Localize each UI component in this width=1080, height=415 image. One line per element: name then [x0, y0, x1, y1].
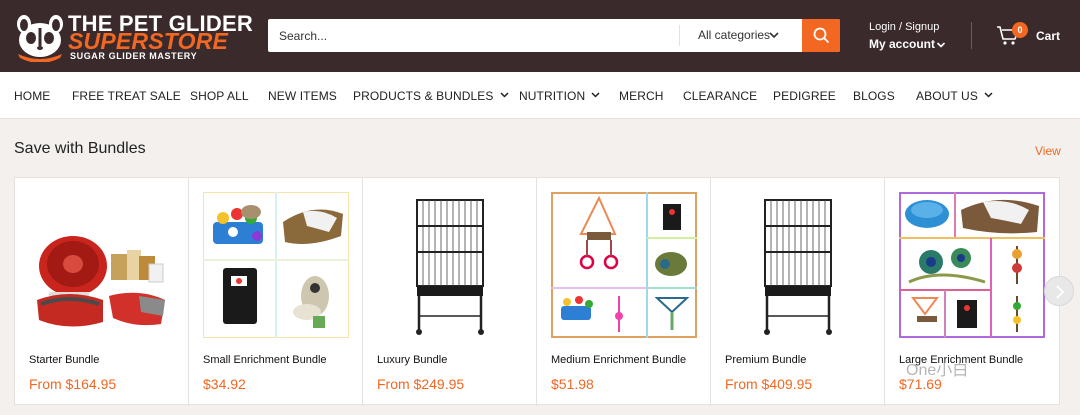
cart-button[interactable]: 0 Cart	[996, 20, 1068, 52]
product-card[interactable]: Medium Enrichment Bundle $51.98	[537, 178, 711, 406]
product-card[interactable]: Luxury Bundle From $249.95	[363, 178, 537, 406]
site-header: THE PET GLIDER SUPERSTORE SUGAR GLIDER M…	[0, 0, 1080, 72]
product-price: $51.98	[551, 376, 594, 392]
cart-label: Cart	[1036, 29, 1061, 43]
cart-count-badge: 0	[1012, 22, 1028, 38]
product-image[interactable]	[551, 192, 697, 338]
category-select-label: All categories	[698, 28, 771, 42]
header-divider	[971, 22, 972, 49]
nav-item-about-us[interactable]: ABOUT US	[916, 89, 993, 103]
nav-item-merch[interactable]: MERCH	[619, 89, 664, 103]
product-price: $34.92	[203, 376, 246, 392]
nav-item-home[interactable]: HOME	[14, 89, 50, 103]
chevron-down-icon	[936, 42, 946, 48]
nav-label: SHOP ALL	[190, 89, 249, 103]
product-card[interactable]: Small Enrichment Bundle $34.92	[189, 178, 363, 406]
sugar-glider-logo-icon	[17, 15, 63, 62]
chevron-down-icon	[499, 92, 509, 98]
my-account-label[interactable]: My account	[869, 37, 935, 51]
product-price: From $409.95	[725, 376, 813, 392]
product-price: From $164.95	[29, 376, 117, 392]
product-name[interactable]: Luxury Bundle	[377, 354, 447, 366]
nav-label: BLOGS	[853, 89, 895, 103]
watermark-text: One小白	[906, 362, 969, 379]
nav-item-products-bundles[interactable]: PRODUCTS & BUNDLES	[353, 89, 509, 103]
chevron-down-icon	[591, 92, 600, 98]
product-price: From $249.95	[377, 376, 465, 392]
product-carousel: Starter Bundle From $164.95 Small Enrich…	[14, 177, 1060, 406]
product-name[interactable]: Medium Enrichment Bundle	[551, 354, 686, 366]
product-name[interactable]: Small Enrichment Bundle	[203, 354, 327, 366]
nav-label: FREE TREAT SALE	[72, 89, 181, 103]
category-select[interactable]: All categories	[680, 19, 802, 52]
nav-label: NEW ITEMS	[268, 89, 337, 103]
search-button[interactable]	[802, 19, 840, 52]
nav-label: HOME	[14, 89, 51, 103]
search-input[interactable]	[268, 19, 678, 52]
nav-item-shop-all[interactable]: SHOP ALL	[190, 89, 249, 103]
nav-item-clearance[interactable]: CLEARANCE	[683, 89, 757, 103]
chevron-down-icon	[769, 32, 779, 39]
watermark: One小白	[906, 356, 968, 380]
nav-item-blogs[interactable]: BLOGS	[853, 89, 895, 103]
product-name[interactable]: Starter Bundle	[29, 354, 99, 366]
product-image[interactable]	[725, 192, 871, 338]
nav-item-free-treat-sale[interactable]: FREE TREAT SALE	[72, 89, 181, 103]
chevron-down-icon	[984, 92, 993, 98]
nav-label: NUTRITION	[519, 89, 586, 103]
carousel-next-button[interactable]	[1044, 276, 1074, 306]
nav-label: PEDIGREE	[773, 89, 836, 103]
nav-item-nutrition[interactable]: NUTRITION	[519, 89, 600, 103]
view-all-link[interactable]: View	[1035, 144, 1061, 158]
nav-label: PRODUCTS & BUNDLES	[353, 89, 494, 103]
product-image[interactable]	[29, 192, 175, 338]
search-icon	[813, 27, 830, 44]
product-image[interactable]	[899, 192, 1045, 338]
search-bar: All categories	[268, 19, 840, 52]
nav-label: MERCH	[619, 89, 664, 103]
product-card[interactable]: Starter Bundle From $164.95	[15, 178, 189, 406]
nav-item-new-items[interactable]: NEW ITEMS	[268, 89, 337, 103]
product-image[interactable]	[377, 192, 523, 338]
chevron-right-icon	[1056, 285, 1065, 299]
product-name[interactable]: Premium Bundle	[725, 354, 806, 366]
logo-tagline: SUGAR GLIDER MASTERY	[70, 51, 198, 61]
nav-label: ABOUT US	[916, 89, 978, 103]
main-navigation: HOME FREE TREAT SALE SHOP ALL NEW ITEMS …	[0, 72, 1080, 119]
login-signup-link[interactable]: Login / Signup	[869, 21, 939, 33]
store-logo[interactable]: THE PET GLIDER SUPERSTORE SUGAR GLIDER M…	[14, 8, 253, 64]
product-image[interactable]	[203, 192, 349, 338]
product-card[interactable]: Premium Bundle From $409.95	[711, 178, 885, 406]
nav-item-pedigree[interactable]: PEDIGREE	[773, 89, 836, 103]
nav-label: CLEARANCE	[683, 89, 758, 103]
account-menu[interactable]: Login / Signup My account	[840, 0, 950, 72]
section-title: Save with Bundles	[14, 140, 146, 157]
